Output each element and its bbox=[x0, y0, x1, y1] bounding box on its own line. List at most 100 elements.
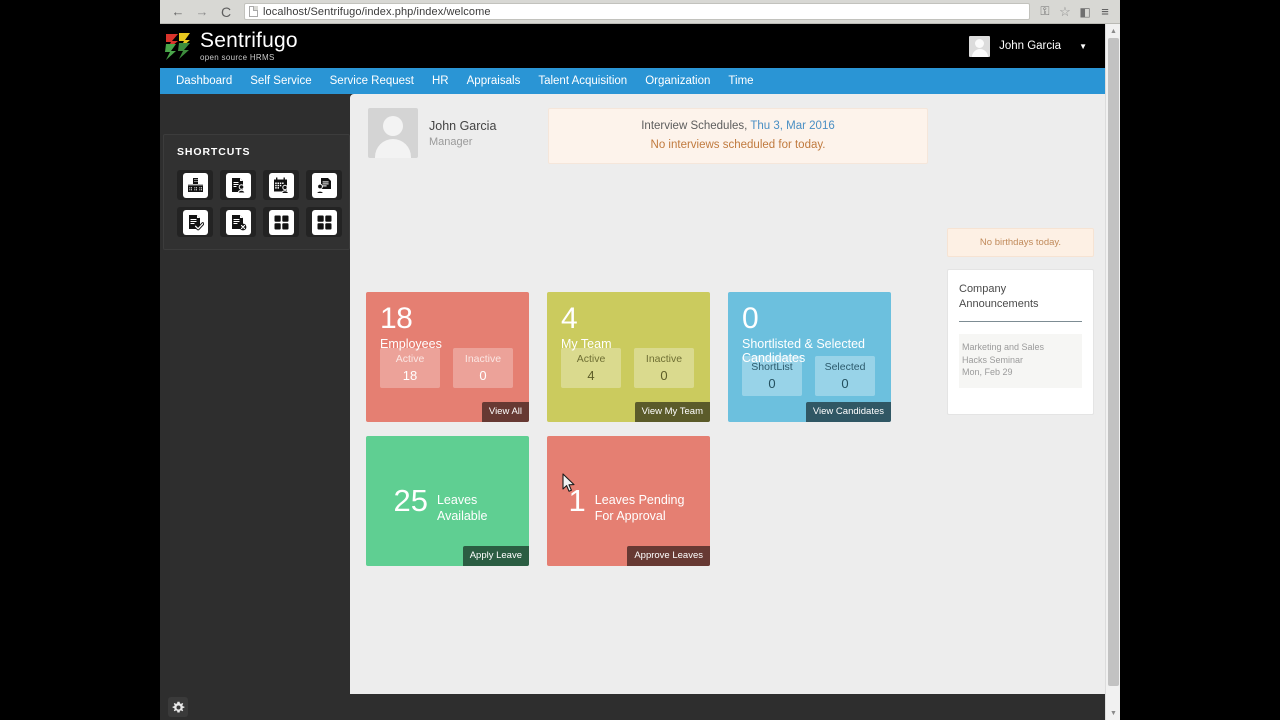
scroll-down-icon[interactable]: ▼ bbox=[1106, 706, 1121, 720]
nav-item-hr[interactable]: HR bbox=[423, 68, 458, 94]
announcement-line-2: Hacks Seminar bbox=[962, 354, 1024, 365]
interview-schedules-panel: Interview Schedules, Thu 3, Mar 2016 No … bbox=[548, 108, 928, 164]
nav-item-dashboard[interactable]: Dashboard bbox=[167, 68, 241, 94]
key-icon[interactable]: ⚿ bbox=[1036, 3, 1054, 21]
person-document-icon bbox=[311, 172, 337, 198]
interview-message: No interviews scheduled for today. bbox=[650, 139, 826, 151]
forward-icon[interactable]: → bbox=[192, 2, 212, 22]
interview-date: Thu 3, Mar 2016 bbox=[750, 120, 835, 132]
substat-label: Active bbox=[395, 353, 425, 365]
tile-employees[interactable]: 18 Employees Active 18 Inactive 0 View A… bbox=[366, 292, 529, 422]
grid-icon bbox=[311, 209, 337, 235]
browser-toolbar: ← → C localhost/Sentrifugo/index.php/ind… bbox=[160, 0, 1120, 24]
nav-item-appraisals[interactable]: Appraisals bbox=[458, 68, 530, 94]
shortcut-grid-1[interactable] bbox=[263, 207, 299, 237]
tile-body: 25 Leaves Available bbox=[366, 483, 515, 524]
tile-number: 25 bbox=[393, 483, 428, 518]
profile-card: John Garcia Manager bbox=[368, 108, 540, 158]
star-icon[interactable]: ☆ bbox=[1056, 3, 1074, 21]
shortcut-document-check[interactable] bbox=[177, 207, 213, 237]
tile-number: 4 bbox=[561, 302, 578, 335]
extension-icon[interactable]: ◧ bbox=[1076, 3, 1094, 21]
gear-icon bbox=[172, 701, 184, 712]
company-announcements-panel: Company Announcements Marketing and Sale… bbox=[947, 269, 1094, 415]
birthdays-message: No birthdays today. bbox=[979, 237, 1062, 248]
vertical-scrollbar[interactable]: ▲ ▼ bbox=[1105, 24, 1120, 720]
stat-tiles-row-1: 18 Employees Active 18 Inactive 0 View A… bbox=[366, 292, 946, 422]
view-candidates-button[interactable]: View Candidates bbox=[805, 402, 891, 422]
logo-text: Sentrifugo open source HRMS bbox=[200, 28, 298, 62]
interview-heading: Interview Schedules, Thu 3, Mar 2016 bbox=[549, 120, 927, 132]
shortcut-calendar-person[interactable] bbox=[263, 170, 299, 200]
url-text: localhost/Sentrifugo/index.php/index/wel… bbox=[263, 5, 491, 18]
substat-value: 0 bbox=[841, 376, 849, 391]
shortcut-person-document[interactable] bbox=[306, 170, 342, 200]
screen: ← → C localhost/Sentrifugo/index.php/ind… bbox=[0, 0, 1280, 720]
logo-title: Sentrifugo bbox=[200, 28, 298, 52]
nav-item-service-request[interactable]: Service Request bbox=[321, 68, 423, 94]
apply-leave-button[interactable]: Apply Leave bbox=[462, 546, 529, 566]
tile-candidates[interactable]: 0 Shortlisted & Selected Candidates Shor… bbox=[728, 292, 891, 422]
announcements-title: Company Announcements bbox=[959, 283, 1039, 310]
stat-tiles-row-2: 25 Leaves Available Apply Leave 1 Leaves… bbox=[366, 436, 946, 566]
scrollbar-thumb[interactable] bbox=[1108, 38, 1119, 686]
nav-item-time[interactable]: Time bbox=[719, 68, 762, 94]
scroll-up-icon[interactable]: ▲ bbox=[1106, 24, 1121, 38]
birthdays-panel: No birthdays today. bbox=[947, 228, 1094, 257]
tile-caption-line1: Leaves Pending bbox=[594, 493, 685, 507]
mouse-cursor bbox=[562, 473, 576, 498]
substat-value: 0 bbox=[660, 368, 668, 383]
nav-item-talent-acquisition[interactable]: Talent Acquisition bbox=[529, 68, 636, 94]
tile-my-team[interactable]: 4 My Team Active 4 Inactive 0 View My Te… bbox=[547, 292, 710, 422]
tile-number: 0 bbox=[742, 302, 759, 335]
user-menu[interactable]: John Garcia ▼ bbox=[969, 35, 1087, 57]
view-all-button[interactable]: View All bbox=[481, 402, 529, 422]
app-logo[interactable]: Sentrifugo open source HRMS bbox=[163, 28, 298, 62]
view-my-team-button[interactable]: View My Team bbox=[634, 402, 710, 422]
announcement-date: Mon, Feb 29 bbox=[962, 367, 1013, 377]
nav-item-organization[interactable]: Organization bbox=[636, 68, 719, 94]
tile-leaves-pending[interactable]: 1 Leaves Pending For Approval Approve Le… bbox=[547, 436, 710, 566]
chevron-down-icon[interactable]: ▼ bbox=[1079, 42, 1087, 51]
tile-caption-line2: Available bbox=[436, 509, 488, 523]
shortcut-document-cancel[interactable] bbox=[220, 207, 256, 237]
back-icon[interactable]: ← bbox=[168, 2, 188, 22]
main-navigation: Dashboard Self Service Service Request H… bbox=[160, 68, 1105, 94]
shortcuts-title: SHORTCUTS bbox=[177, 146, 251, 158]
tile-caption: Leaves Available bbox=[437, 492, 488, 524]
calendar-person-icon bbox=[268, 172, 294, 198]
left-sidebar: SHORTCUTS bbox=[160, 94, 350, 694]
org-chart-icon bbox=[182, 172, 208, 198]
address-bar[interactable]: localhost/Sentrifugo/index.php/index/wel… bbox=[244, 3, 1030, 20]
approve-leaves-button[interactable]: Approve Leaves bbox=[627, 546, 710, 566]
interview-heading-label: Interview Schedules, bbox=[641, 120, 748, 132]
tile-substats: ShortList 0 Selected 0 bbox=[742, 356, 888, 396]
tile-substats: Active 4 Inactive 0 bbox=[561, 348, 707, 388]
user-name: John Garcia bbox=[999, 40, 1062, 52]
shortcut-grid-2[interactable] bbox=[306, 207, 342, 237]
divider bbox=[959, 321, 1082, 322]
app-header: Sentrifugo open source HRMS John Garcia … bbox=[160, 24, 1105, 68]
settings-button[interactable] bbox=[168, 697, 188, 717]
tile-substats: Active 18 Inactive 0 bbox=[380, 348, 526, 388]
profile-role: Manager bbox=[429, 135, 473, 148]
grid-icon bbox=[268, 209, 294, 235]
shortcuts-grid bbox=[177, 170, 349, 237]
shortcut-org-chart[interactable] bbox=[177, 170, 213, 200]
substat-shortlist: ShortList 0 bbox=[742, 356, 802, 396]
avatar bbox=[368, 108, 418, 158]
profile-info: John Garcia Manager bbox=[429, 119, 496, 148]
reload-icon[interactable]: C bbox=[216, 2, 236, 22]
shortcuts-panel: SHORTCUTS bbox=[163, 134, 350, 250]
tile-caption-line1: Leaves bbox=[436, 493, 478, 507]
letterbox-right bbox=[1120, 0, 1280, 720]
substat-inactive: Inactive 0 bbox=[453, 348, 513, 388]
letterbox-left bbox=[0, 0, 160, 720]
substat-inactive: Inactive 0 bbox=[634, 348, 694, 388]
stat-tiles: 18 Employees Active 18 Inactive 0 View A… bbox=[366, 292, 946, 566]
announcement-item[interactable]: Marketing and Sales Hacks Seminar Mon, F… bbox=[959, 334, 1082, 388]
browser-menu-icon[interactable]: ≡ bbox=[1096, 3, 1114, 21]
shortcut-document-person[interactable] bbox=[220, 170, 256, 200]
tile-leaves-available[interactable]: 25 Leaves Available Apply Leave bbox=[366, 436, 529, 566]
nav-item-self-service[interactable]: Self Service bbox=[241, 68, 320, 94]
